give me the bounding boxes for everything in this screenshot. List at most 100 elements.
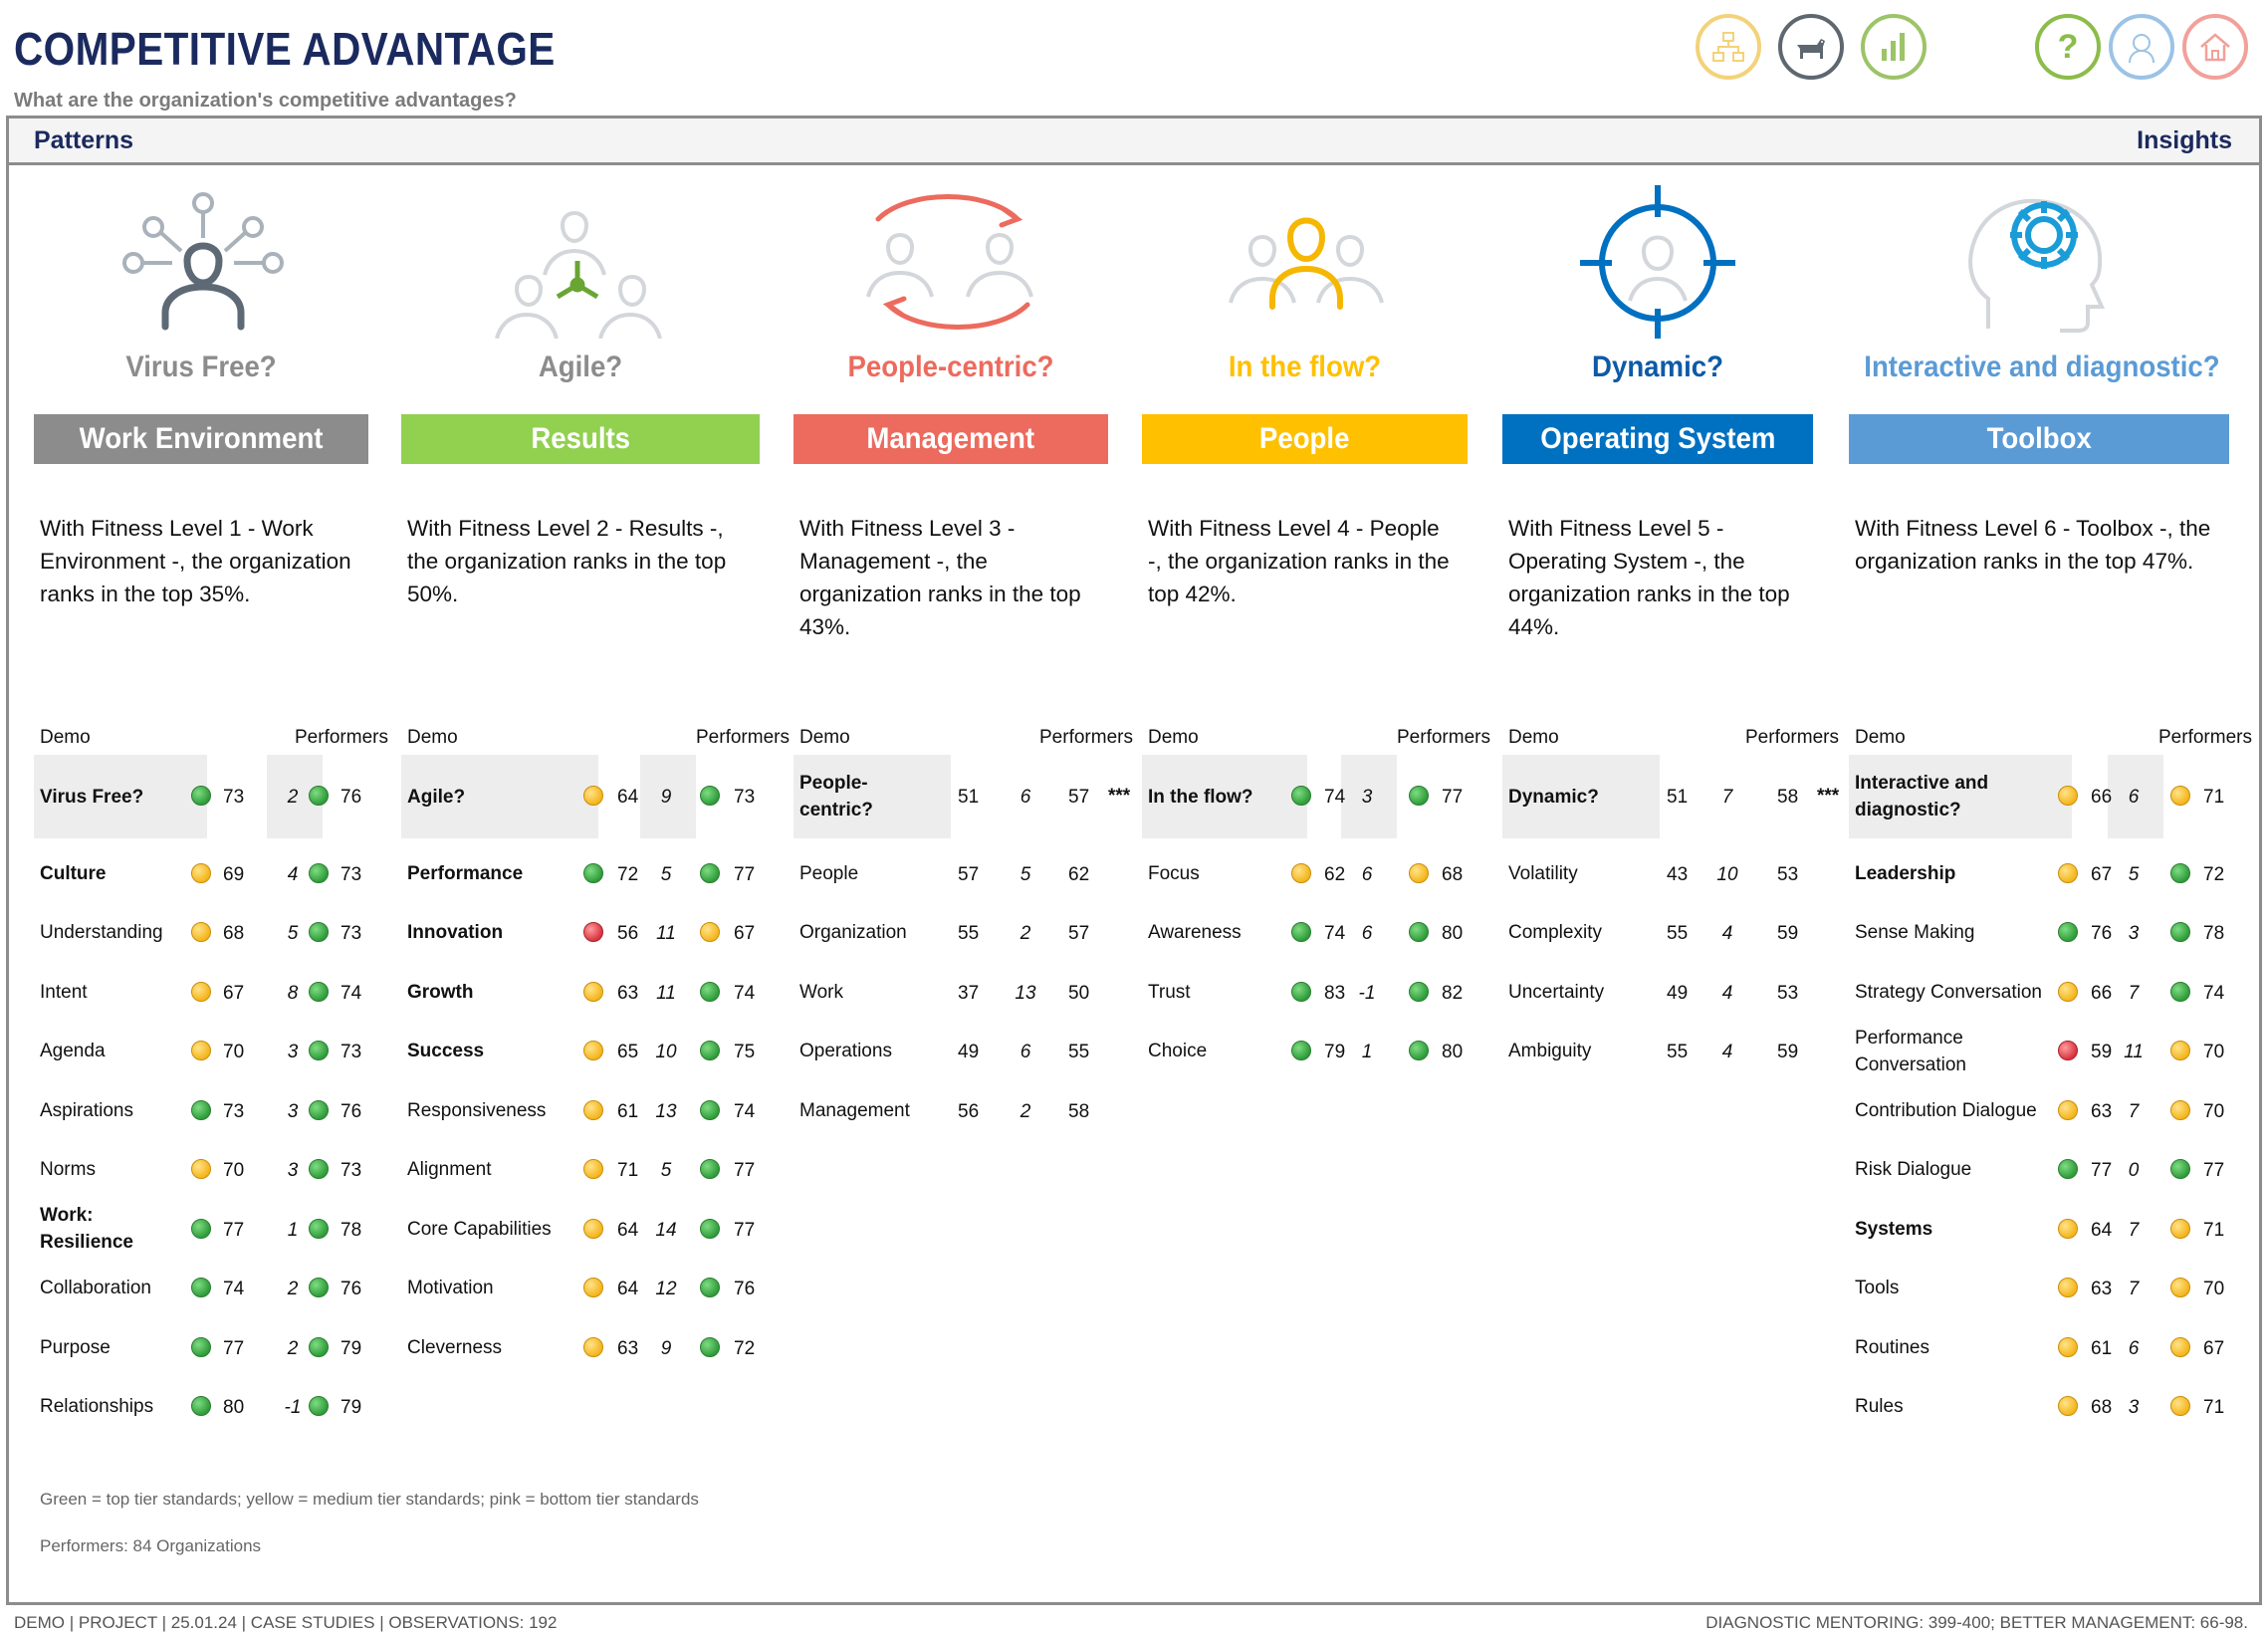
table-row[interactable]: Focus 62 6 68	[1142, 844, 1480, 903]
table-row[interactable]: Strategy Conversation 66 7 74	[1849, 963, 2224, 1022]
table-row[interactable]: Ambiguity 55 4 59	[1502, 1022, 1841, 1080]
table-row[interactable]: Complexity 55 4 59	[1502, 903, 1841, 962]
table-row[interactable]: Alignment 71 5 77	[401, 1140, 755, 1199]
table-row[interactable]: Performance 72 5 77	[401, 844, 755, 903]
score-gap: 3	[1361, 787, 1373, 808]
table-row[interactable]: Leadership 67 5 72	[1849, 844, 2224, 903]
performers-score: 79	[340, 1337, 362, 1359]
status-dot-demo	[2058, 1159, 2078, 1179]
status-dot-performers	[309, 786, 329, 806]
table-row[interactable]: Volatility 43 10 53	[1502, 844, 1841, 903]
help-icon[interactable]: ?	[2035, 14, 2101, 80]
demo-score: 56	[958, 1100, 980, 1122]
dog-icon[interactable]	[1778, 14, 1844, 80]
performers-score: 55	[1068, 1042, 1090, 1062]
table-row[interactable]: Rules 68 3 71	[1849, 1377, 2224, 1436]
table-row[interactable]: Operations 49 6 55	[794, 1022, 1132, 1080]
table-row[interactable]: Work 37 13 50	[794, 963, 1132, 1022]
row-label: Tools	[1855, 1278, 1900, 1298]
table-summary-row[interactable]: In the flow? 74 3 77	[1142, 755, 1480, 838]
table-row[interactable]: Collaboration 74 2 76	[34, 1259, 372, 1317]
performers-score: 71	[2203, 787, 2225, 808]
table-row[interactable]: Risk Dialogue 77 0 77	[1849, 1140, 2224, 1199]
table-row[interactable]: Performance Conversation 59 11 70	[1849, 1022, 2224, 1080]
patterns-label[interactable]: Patterns	[34, 126, 133, 155]
score-gap: 1	[1361, 1042, 1373, 1062]
performers-score: 70	[2203, 1279, 2225, 1299]
demo-score: 49	[958, 1042, 980, 1062]
bar-chart-icon[interactable]	[1861, 14, 1927, 80]
row-label: Focus	[1148, 862, 1200, 884]
table-row[interactable]: Trust 83 -1 82	[1142, 963, 1480, 1022]
structure-icon[interactable]	[1696, 14, 1761, 80]
table-row[interactable]: Purpose 77 2 79	[34, 1318, 372, 1377]
table-row[interactable]: Awareness 74 6 80	[1142, 903, 1480, 962]
performers-score: 57	[1068, 923, 1090, 944]
score-gap: 12	[655, 1279, 677, 1299]
table-summary-row[interactable]: People-centric? 51 6 57 ***	[794, 755, 1132, 838]
demo-score: 71	[617, 1160, 639, 1181]
table-row[interactable]: Management 56 2 58	[794, 1081, 1132, 1140]
table-summary-row[interactable]: Interactive and diagnostic? 66 6 71	[1849, 755, 2224, 838]
table-row[interactable]: Intent 67 8 74	[34, 963, 372, 1022]
table-row[interactable]: Agenda 70 3 73	[34, 1022, 372, 1080]
table-row[interactable]: People 57 5 62	[794, 844, 1132, 903]
demo-score: 63	[2091, 1279, 2113, 1299]
row-label: Alignment	[407, 1159, 492, 1180]
performers-score: 76	[340, 787, 362, 808]
performers-score: 71	[2203, 1397, 2225, 1418]
demo-score: 74	[223, 1279, 245, 1299]
table-row[interactable]: Organization 55 2 57	[794, 903, 1132, 962]
target-person-icon	[1558, 179, 1757, 339]
status-dot-demo	[2058, 981, 2078, 1002]
performers-score: 68	[1442, 863, 1464, 885]
score-gap: 1	[287, 1219, 299, 1241]
status-dot-demo	[2058, 1278, 2078, 1297]
band-results[interactable]: Results	[401, 414, 760, 464]
question-virus-free: Virus Free?	[125, 351, 277, 383]
table-row[interactable]: Cleverness 63 9 72	[401, 1318, 755, 1377]
table-summary-row[interactable]: Agile? 64 9 73	[401, 755, 755, 838]
band-toolbox[interactable]: Toolbox	[1849, 414, 2229, 464]
table-row[interactable]: Contribution Dialogue 63 7 70	[1849, 1081, 2224, 1140]
table-row[interactable]: Understanding 68 5 73	[34, 903, 372, 962]
table-row[interactable]: Sense Making 76 3 78	[1849, 903, 2224, 962]
table-row[interactable]: Relationships 80 -1 79	[34, 1377, 372, 1436]
table-row[interactable]: Motivation 64 12 76	[401, 1259, 755, 1317]
table-row[interactable]: Uncertainty 49 4 53	[1502, 963, 1841, 1022]
score-gap: 7	[2128, 1219, 2140, 1241]
performers-score: 70	[2203, 1100, 2225, 1122]
table-row[interactable]: Success 65 10 75	[401, 1022, 755, 1080]
table-row[interactable]: Work: Resilience 77 1 78	[34, 1200, 372, 1259]
table-row[interactable]: Tools 63 7 70	[1849, 1259, 2224, 1317]
table-summary-row[interactable]: Dynamic? 51 7 58 ***	[1502, 755, 1841, 838]
table-row[interactable]: Routines 61 6 67	[1849, 1318, 2224, 1377]
table-row[interactable]: Choice 79 1 80	[1142, 1022, 1480, 1080]
table-row[interactable]: Core Capabilities 64 14 77	[401, 1200, 755, 1259]
table-row[interactable]: Growth 63 11 74	[401, 963, 755, 1022]
table-row[interactable]: Systems 64 7 71	[1849, 1200, 2224, 1259]
status-dot-performers	[2170, 922, 2190, 942]
performers-score: 75	[734, 1042, 756, 1062]
performers-score: 77	[734, 863, 756, 885]
score-gap: 4	[1721, 923, 1733, 944]
table-row[interactable]: Norms 70 3 73	[34, 1140, 372, 1199]
insights-label[interactable]: Insights	[2137, 126, 2232, 155]
home-icon[interactable]	[2182, 14, 2248, 80]
band-operating-system[interactable]: Operating System	[1502, 414, 1813, 464]
status-dot-demo	[2058, 1396, 2078, 1416]
table-summary-row[interactable]: Virus Free? 73 2 76	[34, 755, 372, 838]
table-row[interactable]: Innovation 56 11 67	[401, 903, 755, 962]
table-row[interactable]: Aspirations 73 3 76	[34, 1081, 372, 1140]
status-dot-demo	[1291, 862, 1311, 883]
band-work-environment[interactable]: Work Environment	[34, 414, 368, 464]
band-people[interactable]: People	[1142, 414, 1468, 464]
table-row[interactable]: Responsiveness 61 13 74	[401, 1081, 755, 1140]
table-row[interactable]: Culture 69 4 73	[34, 844, 372, 903]
people-exchange-icon	[838, 179, 1067, 339]
status-dot-performers	[309, 1336, 329, 1357]
performers-score: 59	[1777, 1042, 1799, 1062]
band-management[interactable]: Management	[794, 414, 1108, 464]
table-header: Demo Performers	[40, 727, 388, 749]
head-icon[interactable]	[2109, 14, 2174, 80]
